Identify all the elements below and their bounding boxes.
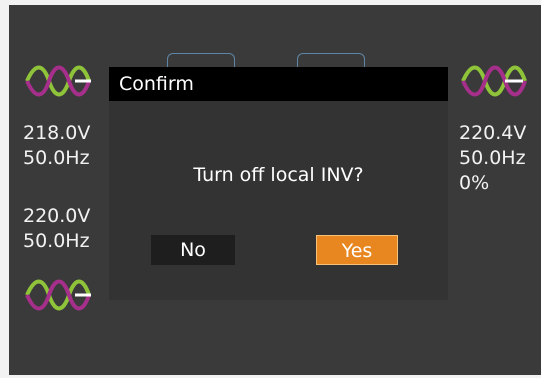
dialog-titlebar: Confirm bbox=[109, 67, 448, 101]
input-sine-wave-icon bbox=[25, 65, 91, 97]
output-sine-wave-icon bbox=[25, 279, 91, 311]
inverter-frequency: 50.0Hz bbox=[459, 147, 526, 169]
inverter-voltage: 220.4V bbox=[459, 122, 527, 144]
dialog-message: Turn off local INV? bbox=[193, 164, 364, 186]
output-voltage: 220.0V bbox=[23, 205, 91, 227]
inverter-sine-wave-icon bbox=[461, 65, 527, 97]
input-frequency: 50.0Hz bbox=[23, 147, 90, 169]
yes-button[interactable]: Yes bbox=[316, 235, 398, 265]
output-frequency: 50.0Hz bbox=[23, 230, 90, 252]
no-button[interactable]: No bbox=[151, 235, 235, 265]
dialog-title: Confirm bbox=[119, 73, 194, 95]
input-voltage: 218.0V bbox=[23, 122, 91, 144]
confirm-dialog: Confirm Turn off local INV? No Yes bbox=[109, 67, 448, 300]
inverter-load: 0% bbox=[459, 172, 490, 194]
display-screen: 218.0V 50.0Hz 220.0V 50.0Hz 220.4V 50.0H… bbox=[9, 5, 541, 375]
